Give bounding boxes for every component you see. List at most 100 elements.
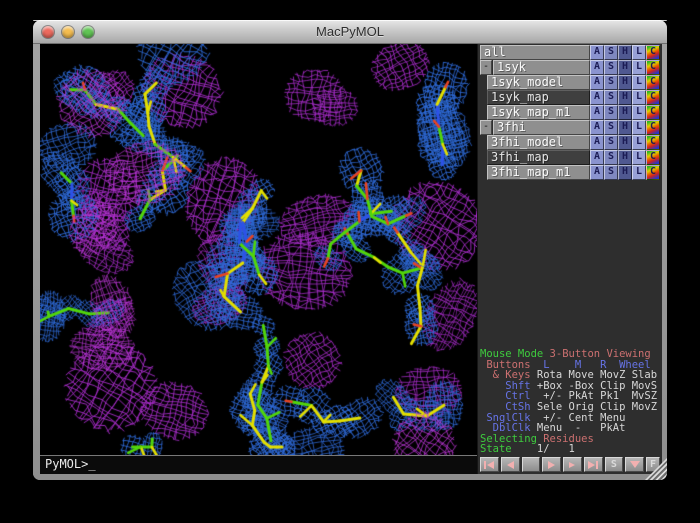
indent-spacer (480, 135, 487, 150)
a-button-3fhi_map[interactable]: A (590, 150, 604, 165)
a-button-all[interactable]: A (590, 45, 604, 60)
object-row: 3fhi_modelASHLC (478, 135, 662, 150)
object-row: allASHLC (478, 45, 662, 60)
a-button-1syk[interactable]: A (590, 60, 604, 75)
l-button-all[interactable]: L (632, 45, 646, 60)
s-button-label: S (611, 459, 617, 470)
s-button-1syk_model[interactable]: S (604, 75, 618, 90)
object-name-all[interactable]: all (480, 45, 590, 60)
indent-spacer (480, 90, 487, 105)
l-button-3fhi_map[interactable]: L (632, 150, 646, 165)
h-button-3fhi_map_m1[interactable]: H (618, 165, 632, 180)
a-button-1syk_map_m1[interactable]: A (590, 105, 604, 120)
h-button-1syk_map_m1[interactable]: H (618, 105, 632, 120)
s-button-1syk_map[interactable]: S (604, 90, 618, 105)
titlebar[interactable]: MacPyMOL (33, 20, 667, 44)
s-button-all[interactable]: S (604, 45, 618, 60)
command-cursor: _ (88, 457, 95, 471)
c-button-3fhi_model[interactable]: C (646, 135, 660, 150)
h-button-all[interactable]: H (618, 45, 632, 60)
c-button-all[interactable]: C (646, 45, 660, 60)
h-button-1syk[interactable]: H (618, 60, 632, 75)
object-name-3fhi[interactable]: 3fhi (493, 120, 590, 135)
s-button[interactable]: S (605, 457, 624, 472)
h-button-3fhi[interactable]: H (618, 120, 632, 135)
c-button-1syk_model[interactable]: C (646, 75, 660, 90)
playback-controls: SF (478, 455, 662, 474)
expander-toggle-1syk[interactable]: - (480, 60, 492, 75)
skip-start-button-icon (487, 461, 494, 469)
indent-spacer (480, 75, 487, 90)
object-name-1syk_map_m1[interactable]: 1syk_map_m1 (487, 105, 590, 120)
indent-spacer (480, 150, 487, 165)
l-button-3fhi[interactable]: L (632, 120, 646, 135)
s-button-3fhi_model[interactable]: S (604, 135, 618, 150)
a-button-1syk_map[interactable]: A (590, 90, 604, 105)
play-button-icon (548, 461, 555, 469)
s-button-3fhi_map_m1[interactable]: S (604, 165, 618, 180)
mouse-help-line[interactable]: State 1/ 1 (480, 444, 662, 455)
l-button-3fhi_map_m1[interactable]: L (632, 165, 646, 180)
screen: MacPyMOL PyMOL>_ allASHLC-1sykASHLC1syk_… (0, 0, 700, 523)
skip-end-button-icon (596, 461, 598, 469)
l-button-1syk[interactable]: L (632, 60, 646, 75)
mouse-help-panel: Mouse Mode 3-Button Viewing Buttons L M … (478, 349, 662, 455)
s-button-3fhi[interactable]: S (604, 120, 618, 135)
skip-start-button-icon (484, 461, 486, 469)
menu-button[interactable] (625, 457, 644, 472)
l-button-1syk_map_m1[interactable]: L (632, 105, 646, 120)
step-forward-button[interactable] (563, 457, 582, 472)
c-button-3fhi_map_m1[interactable]: C (646, 165, 660, 180)
molecule-render-canvas[interactable] (40, 44, 477, 455)
expander-toggle-3fhi[interactable]: - (480, 120, 492, 135)
stop-button[interactable] (522, 457, 541, 472)
c-button-1syk_map_m1[interactable]: C (646, 105, 660, 120)
a-button-3fhi_map_m1[interactable]: A (590, 165, 604, 180)
object-name-3fhi_map_m1[interactable]: 3fhi_map_m1 (487, 165, 590, 180)
object-row: 3fhi_mapASHLC (478, 150, 662, 165)
object-row: 1syk_mapASHLC (478, 90, 662, 105)
play-button[interactable] (542, 457, 561, 472)
fullscreen-button-label: F (650, 459, 656, 470)
skip-start-button[interactable] (480, 457, 499, 472)
command-prompt: PyMOL> (45, 457, 88, 471)
object-name-3fhi_model[interactable]: 3fhi_model (487, 135, 590, 150)
h-button-1syk_model[interactable]: H (618, 75, 632, 90)
c-button-3fhi_map[interactable]: C (646, 150, 660, 165)
c-button-1syk[interactable]: C (646, 60, 660, 75)
s-button-3fhi_map[interactable]: S (604, 150, 618, 165)
step-back-button[interactable] (501, 457, 520, 472)
macpymol-window: MacPyMOL PyMOL>_ allASHLC-1sykASHLC1syk_… (33, 20, 667, 480)
step-back-button-icon (507, 461, 514, 469)
a-button-3fhi_model[interactable]: A (590, 135, 604, 150)
indent-spacer (480, 165, 487, 180)
command-line[interactable]: PyMOL>_ (40, 455, 477, 474)
h-button-1syk_map[interactable]: H (618, 90, 632, 105)
l-button-1syk_map[interactable]: L (632, 90, 646, 105)
h-button-3fhi_map[interactable]: H (618, 150, 632, 165)
object-list: allASHLC-1sykASHLC1syk_modelASHLC1syk_ma… (478, 45, 662, 180)
window-content: PyMOL>_ allASHLC-1sykASHLC1syk_modelASHL… (33, 44, 667, 480)
c-button-3fhi[interactable]: C (646, 120, 660, 135)
a-button-1syk_model[interactable]: A (590, 75, 604, 90)
object-row: 1syk_map_m1ASHLC (478, 105, 662, 120)
l-button-1syk_model[interactable]: L (632, 75, 646, 90)
indent-spacer (480, 105, 487, 120)
s-button-1syk_map_m1[interactable]: S (604, 105, 618, 120)
c-button-1syk_map[interactable]: C (646, 90, 660, 105)
object-name-1syk_model[interactable]: 1syk_model (487, 75, 590, 90)
mouse-help-text: 1/ 1 (518, 443, 575, 455)
skip-end-button-icon (588, 461, 595, 469)
object-row: -1sykASHLC (478, 60, 662, 75)
object-name-3fhi_map[interactable]: 3fhi_map (487, 150, 590, 165)
skip-end-button[interactable] (584, 457, 603, 472)
object-name-1syk_map[interactable]: 1syk_map (487, 90, 590, 105)
object-name-1syk[interactable]: 1syk (493, 60, 590, 75)
viewport-3d[interactable] (40, 44, 477, 455)
mouse-help-text: State (480, 443, 518, 455)
h-button-3fhi_model[interactable]: H (618, 135, 632, 150)
l-button-3fhi_model[interactable]: L (632, 135, 646, 150)
a-button-3fhi[interactable]: A (590, 120, 604, 135)
sidebar-spacer (478, 180, 662, 349)
s-button-1syk[interactable]: S (604, 60, 618, 75)
